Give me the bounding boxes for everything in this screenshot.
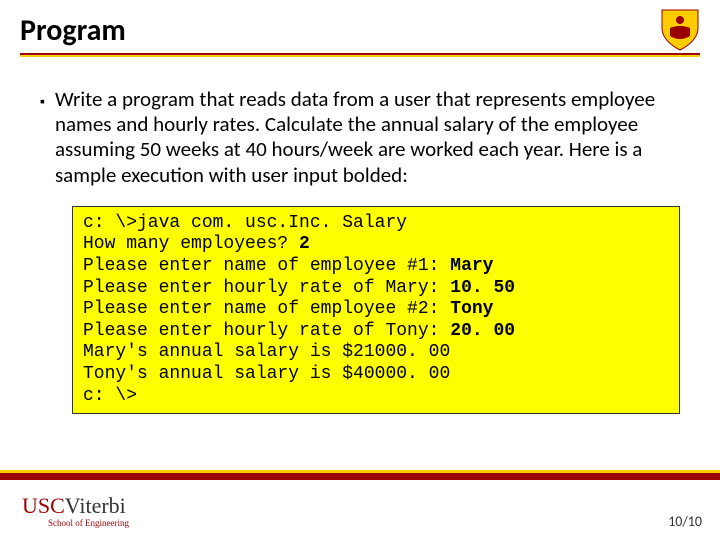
bullet-text: Write a program that reads data from a u… bbox=[55, 87, 680, 188]
title-underline bbox=[20, 53, 700, 57]
page-number: 10/10 bbox=[668, 513, 702, 530]
slide-footer: USCViterbi School of Engineering 10/10 bbox=[0, 480, 720, 540]
slide-header: Program bbox=[0, 0, 720, 61]
usc-shield-icon bbox=[660, 8, 700, 57]
logo-subtitle: School of Engineering bbox=[48, 519, 129, 528]
bullet-marker: ▪ bbox=[40, 93, 45, 110]
slide-content: ▪ Write a program that reads data from a… bbox=[0, 61, 720, 414]
slide-title: Program bbox=[20, 12, 700, 49]
footer-accent-bar bbox=[0, 470, 720, 480]
logo-viterbi-text: Viterbi bbox=[65, 493, 126, 518]
usc-viterbi-logo: USCViterbi School of Engineering bbox=[22, 495, 129, 528]
bullet-item: ▪ Write a program that reads data from a… bbox=[40, 87, 680, 188]
logo-usc-text: USC bbox=[22, 493, 65, 518]
code-sample-box: c: \>java com. usc.Inc. SalaryHow many e… bbox=[72, 206, 680, 414]
